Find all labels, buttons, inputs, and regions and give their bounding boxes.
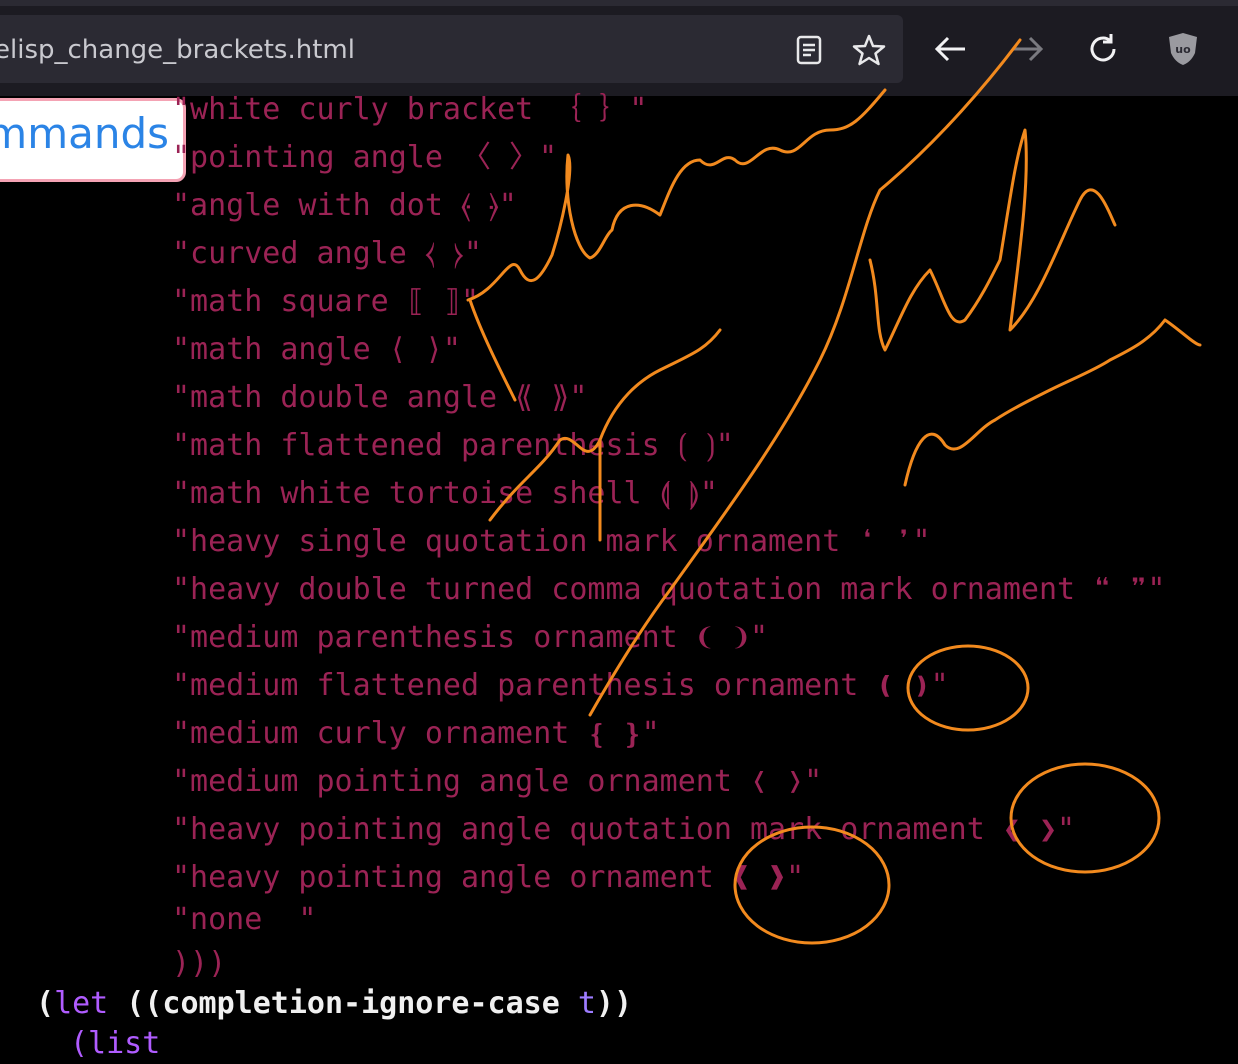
ink-find-commas [466,88,887,402]
commands-button-label: ommands [0,109,169,158]
bookmark-star-icon[interactable] [850,31,888,69]
commands-button[interactable]: ommands [0,98,186,182]
code-line: "heavy pointing angle quotation mark orn… [172,812,1076,847]
code-line: "angle with dot ⦑ ⦒" [172,188,517,223]
browser-toolbar: elisp_change_brackets.html uo [0,0,1238,96]
let-line: (let ((completion-ignore-case t)) [36,984,632,1024]
paren: )) [595,986,633,1021]
code-line: "pointing angle 〈 〉" [172,140,558,175]
svg-text:uo: uo [1175,43,1191,56]
code-line: ))) [172,946,227,981]
code-line: "math square ⟦ ⟧" [172,284,480,319]
ink-maybe [868,128,1117,352]
code-line: "math angle ⟨ ⟩" [172,332,461,367]
reload-icon[interactable] [1084,30,1122,68]
code-line: "math flattened parenthesis ⟮ ⟯" [172,428,734,463]
tab-strip-edge [0,0,1238,6]
code-line: "none " [172,902,317,937]
next-code-line: (list [70,1026,161,1061]
ublock-shield-icon[interactable]: uo [1164,30,1202,68]
code-line: "medium curly ornament ❴ ❵" [172,716,660,751]
code-line: "math double angle ⟪ ⟫" [172,380,588,415]
reader-view-icon[interactable] [792,33,826,67]
ink-slash [588,38,1022,717]
code-line: "medium flattened parenthesis ornament ❪… [172,668,949,703]
paren: ( [36,986,55,1021]
code-line: "heavy single quotation mark ornament ❛ … [172,524,931,559]
forward-arrow-icon[interactable] [1008,32,1048,66]
url-text[interactable]: elisp_change_brackets.html [0,15,355,83]
ink-remove [903,318,1202,487]
code-line: "math white tortoise shell ⟬ ⟭" [172,476,718,511]
code-line: "medium pointing angle ornament ❬ ❭" [172,764,823,799]
code-line: "heavy double turned comma quotation mar… [172,572,1166,607]
let-keyword: let [54,986,109,1021]
let-binding: ((completion-ignore-case [108,986,578,1021]
t-constant: t [577,986,596,1021]
address-bar[interactable]: elisp_change_brackets.html [0,15,903,83]
code-line: "heavy pointing angle ornament ❰ ❱" [172,860,805,895]
code-line: "curved angle ⧼ ⧽" [172,236,482,271]
back-arrow-icon[interactable] [930,32,970,66]
code-line: "white curly bracket ｛ ｝" [172,92,648,127]
code-line: "medium parenthesis ornament ❨ ❩" [172,620,769,655]
